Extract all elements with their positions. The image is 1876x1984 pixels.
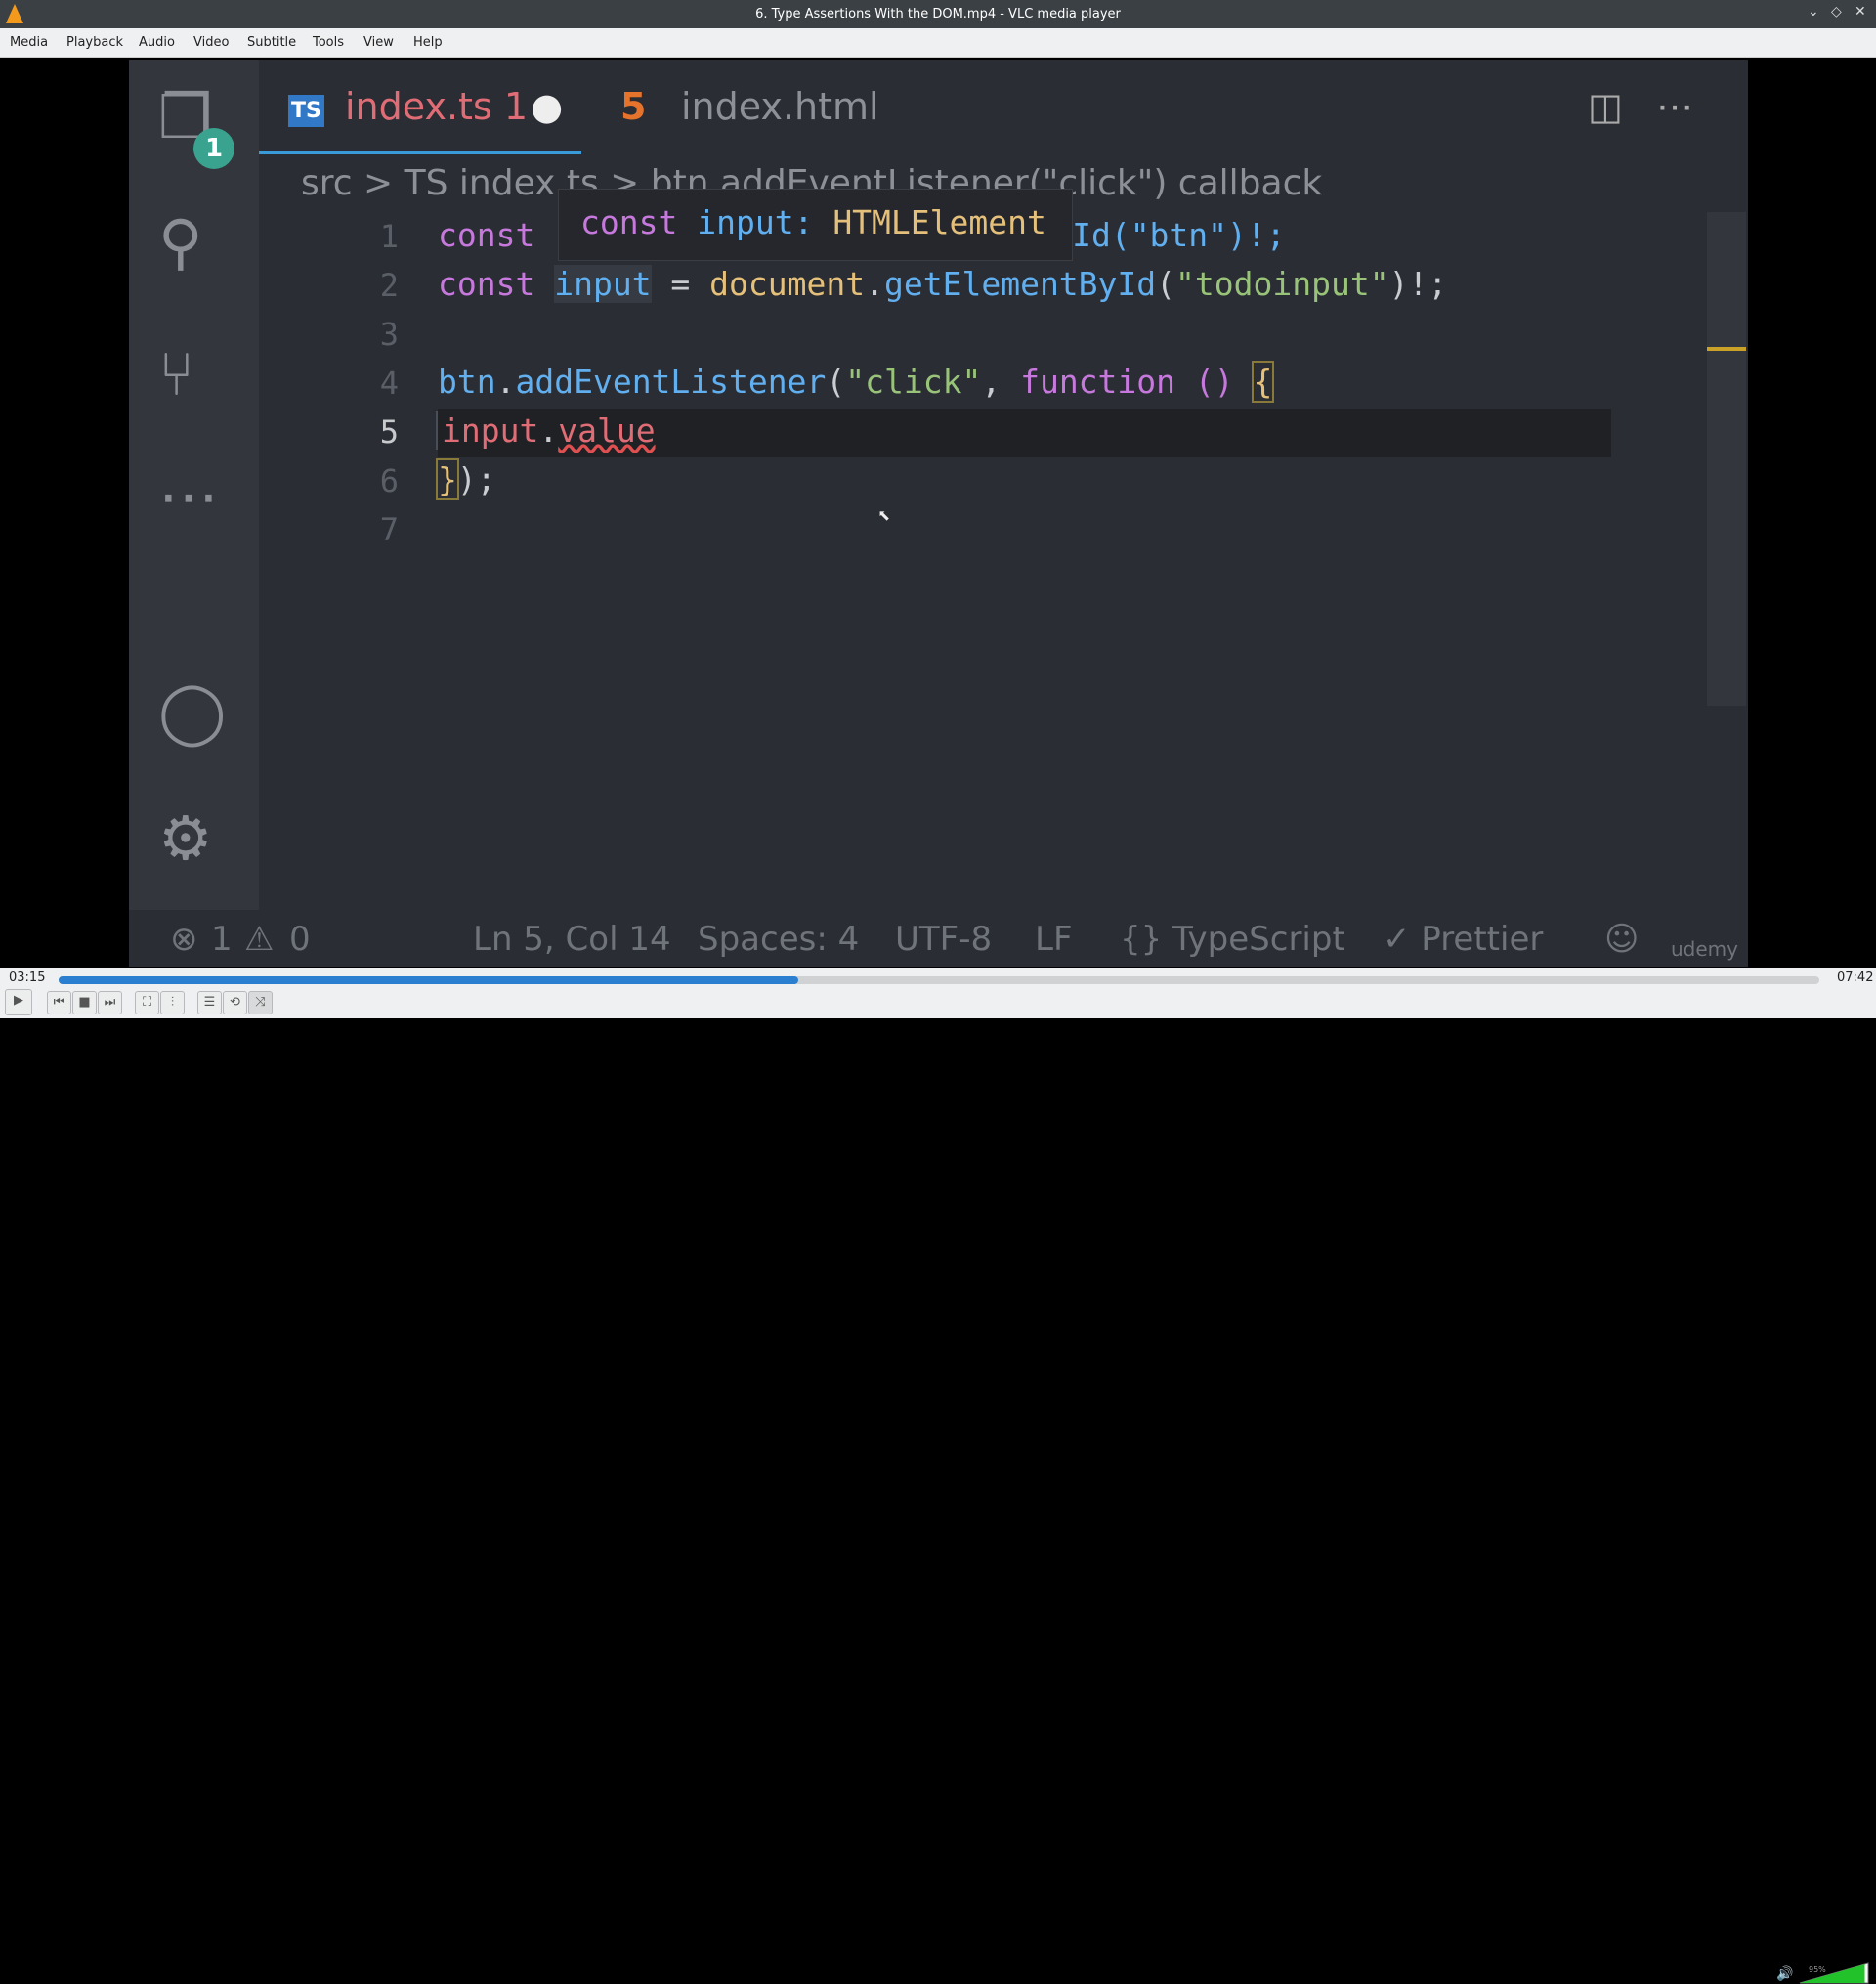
code-line-4: btn.addEventListener("click", function (… bbox=[438, 361, 1275, 403]
previous-button[interactable]: ⏮ bbox=[47, 991, 71, 1014]
unsaved-dot-icon: ● bbox=[531, 85, 564, 128]
menu-subtitle[interactable]: Subtitle bbox=[247, 35, 296, 50]
search-icon: ⚲ bbox=[158, 206, 203, 278]
menu-bar: Media Playback Audio Video Subtitle Tool… bbox=[0, 28, 1876, 58]
title-bar: 6. Type Assertions With the DOM.mp4 - VL… bbox=[0, 0, 1876, 28]
error-count: 1 bbox=[211, 920, 233, 959]
status-bar: ⊗ 1 ⚠ 0 Ln 5, Col 14 Spaces: 4 UTF-8 LF … bbox=[129, 910, 1748, 967]
code-line-2: const input = document.getElementById("t… bbox=[438, 265, 1448, 303]
ts-file-icon: TS bbox=[288, 95, 324, 127]
warning-count: 0 bbox=[289, 920, 311, 959]
menu-playback[interactable]: Playback bbox=[66, 35, 123, 50]
maximize-icon[interactable]: ◇ bbox=[1831, 4, 1842, 20]
video-frame: ❐ 1 ⚲ ⑂ ⋯ ◯ ⚙ TS index.ts 1 ● 5 index.ht… bbox=[129, 60, 1748, 967]
player-controls: 03:15 07:42 ▶ ⏮ ■ ⏭ ⛶ ⫶ ☰ ⟲ ⤨ 🔊 95% bbox=[0, 968, 1876, 1984]
playlist-button[interactable]: ☰ bbox=[197, 991, 222, 1014]
elapsed-time: 03:15 bbox=[9, 970, 46, 985]
fullscreen-button[interactable]: ⛶ bbox=[135, 991, 159, 1014]
total-time: 07:42 bbox=[1837, 970, 1874, 985]
shuffle-button[interactable]: ⤨ bbox=[248, 991, 273, 1014]
next-button[interactable]: ⏭ bbox=[98, 991, 122, 1014]
tab-index-ts: index.ts 1 bbox=[345, 85, 528, 128]
warning-icon: ⚠ bbox=[244, 920, 275, 959]
line-number: 6 bbox=[379, 462, 399, 499]
cursor-position: Ln 5, Col 14 bbox=[473, 920, 671, 959]
menu-video[interactable]: Video bbox=[193, 35, 229, 50]
activity-bar: ❐ 1 ⚲ ⑂ ⋯ ◯ ⚙ bbox=[129, 60, 259, 910]
source-control-icon: ⑂ bbox=[158, 338, 195, 410]
more-icon: ⋯ bbox=[158, 460, 219, 532]
line-number: 3 bbox=[379, 316, 399, 353]
mouse-cursor-icon: ⬉ bbox=[877, 504, 891, 529]
extended-settings-button[interactable]: ⫶ bbox=[160, 991, 185, 1014]
minimize-icon[interactable]: ⌄ bbox=[1808, 4, 1819, 20]
play-button[interactable]: ▶ bbox=[5, 989, 32, 1015]
editor-tabs: TS index.ts 1 ● 5 index.html ◫ ⋯ bbox=[259, 60, 1748, 153]
window-title: 6. Type Assertions With the DOM.mp4 - VL… bbox=[755, 7, 1121, 22]
error-icon: ⊗ bbox=[170, 920, 198, 959]
line-number: 5 bbox=[379, 413, 399, 451]
active-tab-indicator bbox=[259, 151, 581, 154]
menu-audio[interactable]: Audio bbox=[139, 35, 175, 50]
speaker-icon[interactable]: 🔊 bbox=[1776, 1966, 1793, 1982]
menu-view[interactable]: View bbox=[363, 35, 394, 50]
explorer-badge: 1 bbox=[193, 128, 234, 169]
stop-button[interactable]: ■ bbox=[72, 991, 97, 1014]
volume-percent: 95% bbox=[1809, 1965, 1826, 1974]
more-actions-icon: ⋯ bbox=[1656, 85, 1693, 128]
feedback-icon: ☺ bbox=[1604, 920, 1640, 959]
language-mode: {} TypeScript bbox=[1120, 920, 1345, 959]
seek-progress bbox=[59, 976, 798, 984]
code-line-6: }); bbox=[436, 458, 496, 500]
gear-icon: ⚙ bbox=[158, 802, 213, 874]
line-number: 2 bbox=[379, 267, 399, 304]
account-icon: ◯ bbox=[158, 675, 227, 747]
loop-button[interactable]: ⟲ bbox=[223, 991, 247, 1014]
html5-file-icon: 5 bbox=[620, 85, 647, 128]
line-number: 1 bbox=[379, 218, 399, 255]
menu-help[interactable]: Help bbox=[413, 35, 443, 50]
close-icon[interactable]: ✕ bbox=[1855, 4, 1866, 20]
code-line-5: input.value bbox=[436, 411, 656, 450]
prettier-status: ✓ Prettier bbox=[1383, 920, 1544, 959]
line-number: 7 bbox=[379, 511, 399, 548]
tab-index-html: index.html bbox=[681, 85, 879, 128]
split-editor-icon: ◫ bbox=[1588, 85, 1623, 128]
line-ending: LF bbox=[1035, 920, 1073, 959]
hover-tooltip: const input: HTMLElement bbox=[558, 189, 1073, 261]
minimap-scrollbar bbox=[1707, 212, 1746, 706]
indentation: Spaces: 4 bbox=[698, 920, 860, 959]
menu-media[interactable]: Media bbox=[10, 35, 48, 50]
seek-bar[interactable] bbox=[59, 976, 1819, 984]
video-area[interactable]: ❐ 1 ⚲ ⑂ ⋯ ◯ ⚙ TS index.ts 1 ● 5 index.ht… bbox=[0, 58, 1876, 968]
udemy-watermark: udemy bbox=[1671, 937, 1738, 961]
line-number: 4 bbox=[379, 365, 399, 402]
menu-tools[interactable]: Tools bbox=[313, 35, 344, 50]
encoding: UTF-8 bbox=[895, 920, 993, 959]
